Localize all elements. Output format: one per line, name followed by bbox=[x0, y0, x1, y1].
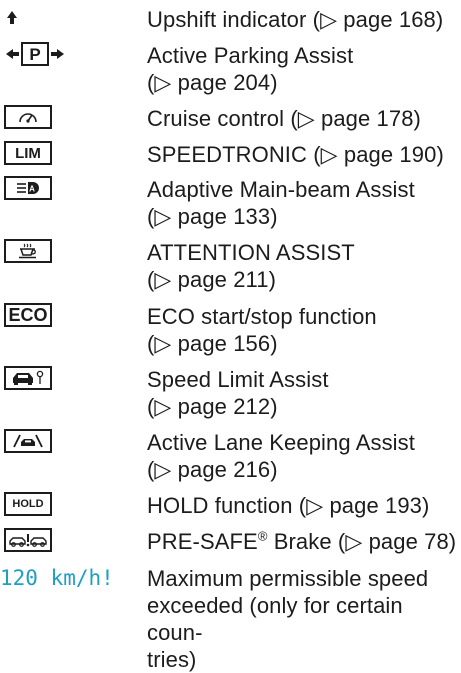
eco-label: ECO bbox=[4, 303, 52, 327]
cruise-control-icon bbox=[4, 105, 52, 129]
entry-text: Active Parking Assist (▷ page 204) bbox=[147, 42, 457, 96]
entry-line: (▷ page 216) bbox=[147, 457, 278, 482]
entry-line: Active Parking Assist bbox=[147, 43, 354, 68]
entry-text: HOLD function (▷ page 193) bbox=[147, 493, 430, 518]
entry-line: (▷ page 211) bbox=[147, 267, 277, 292]
entry-line: (▷ page 156) bbox=[147, 331, 278, 356]
parking-p-label: P bbox=[21, 42, 49, 66]
pre-safe-text: PRE-SAFE bbox=[147, 529, 258, 554]
speed-warning-label: 120 km/h! bbox=[0, 566, 114, 590]
entry-text: Adaptive Main-beam Assist (▷ page 133) bbox=[147, 176, 457, 230]
upshift-arrow-icon bbox=[4, 6, 20, 30]
speed-limit-assist-icon bbox=[4, 366, 52, 390]
entry-line: Adaptive Main-beam Assist bbox=[147, 177, 415, 202]
entry-line: Speed Limit Assist bbox=[147, 367, 329, 392]
pre-safe-text-rest: Brake (▷ page 78) bbox=[267, 529, 457, 554]
entry-line: Maximum permissible speed bbox=[147, 566, 429, 591]
hold-label: HOLD bbox=[4, 492, 52, 516]
entry-text: Upshift indicator (▷ page 168) bbox=[147, 7, 444, 32]
main-beam-a-label: A bbox=[29, 185, 35, 194]
speedtronic-icon: LIM bbox=[4, 141, 52, 165]
entry-text: Cruise control (▷ page 178) bbox=[147, 106, 421, 131]
attention-assist-icon bbox=[4, 239, 52, 263]
entry-line: Active Lane Keeping Assist bbox=[147, 430, 415, 455]
adaptive-main-beam-icon: A bbox=[4, 176, 52, 200]
entry-line: (▷ page 212) bbox=[147, 394, 278, 419]
pre-safe-brake-icon bbox=[4, 528, 52, 552]
active-parking-assist-icon: P bbox=[4, 42, 66, 66]
entry-line: exceeded (only for certain coun- bbox=[147, 593, 403, 645]
entry-text: Maximum permissible speed exceeded (only… bbox=[147, 565, 457, 673]
entry-text: PRE-SAFE® Brake (▷ page 78) bbox=[147, 528, 457, 555]
entry-line: tries) bbox=[147, 647, 197, 672]
entry-text: ECO start/stop function (▷ page 156) bbox=[147, 303, 457, 357]
eco-icon: ECO bbox=[4, 303, 52, 327]
hold-icon: HOLD bbox=[4, 492, 52, 516]
entry-line: ATTENTION ASSIST bbox=[147, 240, 355, 265]
speedtronic-lim-label: LIM bbox=[4, 141, 52, 165]
entry-text: Speed Limit Assist (▷ page 212) bbox=[147, 366, 457, 420]
active-lane-keeping-icon bbox=[4, 429, 52, 453]
entry-line: (▷ page 204) bbox=[147, 70, 278, 95]
entry-text: Active Lane Keeping Assist (▷ page 216) bbox=[147, 429, 457, 483]
entry-line: ECO start/stop function bbox=[147, 304, 377, 329]
entry-text: SPEEDTRONIC (▷ page 190) bbox=[147, 142, 444, 167]
registered-mark: ® bbox=[257, 528, 268, 544]
entry-line: (▷ page 133) bbox=[147, 204, 278, 229]
entry-text: ATTENTION ASSIST (▷ page 211) bbox=[147, 239, 457, 293]
